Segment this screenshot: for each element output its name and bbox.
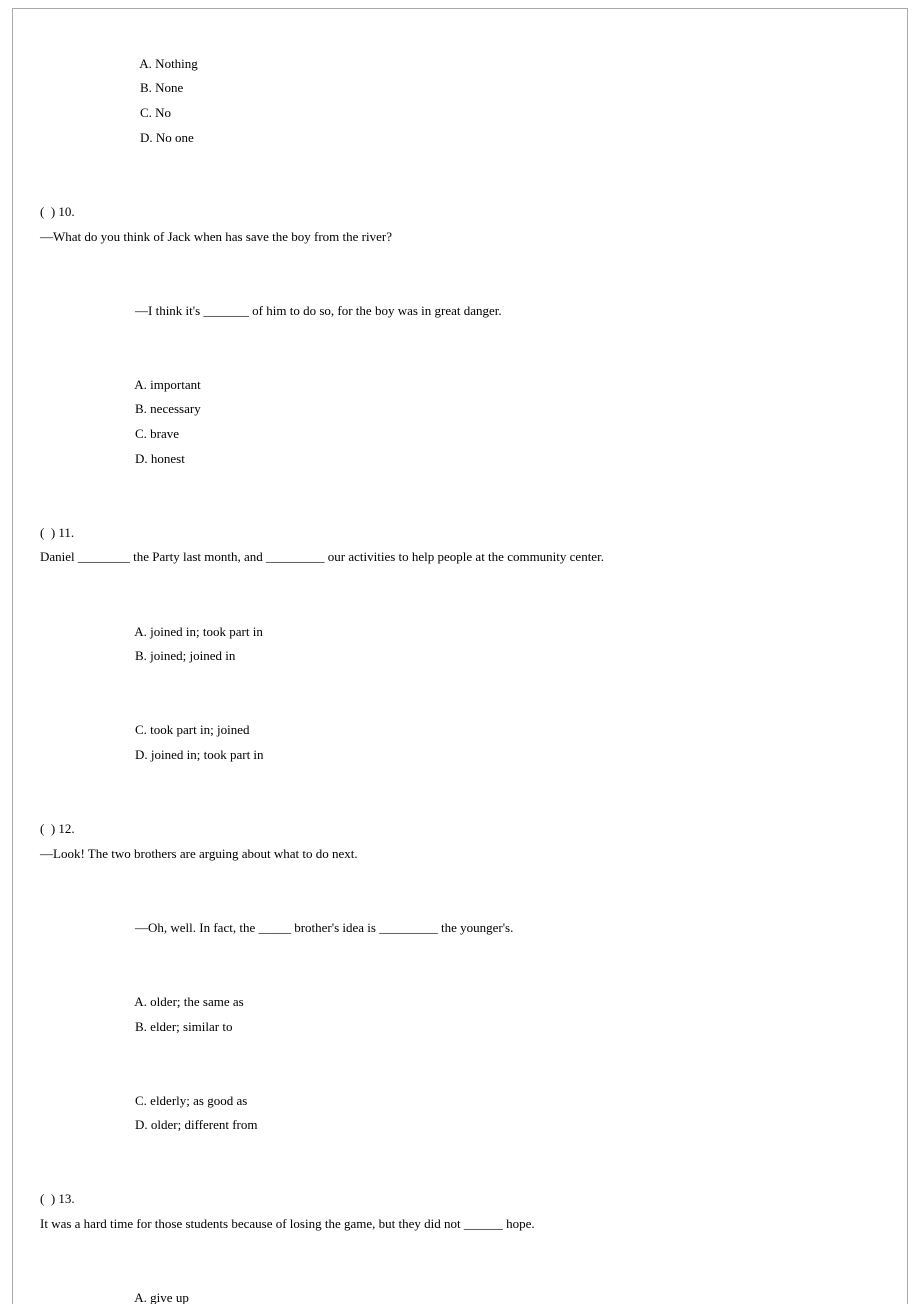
option-d: D. older; different from: [135, 1117, 258, 1132]
question-12: ( ) 12. —Look! The two brothers are argu…: [27, 792, 893, 891]
option-b: B. necessary: [135, 401, 201, 416]
question-text: It was a hard time for those students be…: [40, 1216, 535, 1231]
option-d: D. joined in; took part in: [135, 747, 264, 762]
question-text: —What do you think of Jack when has save…: [40, 229, 392, 244]
options-row: A. older; the same as B. elder; similar …: [27, 965, 893, 1064]
option-a: A. give up: [134, 1290, 189, 1304]
option-c: C. No: [140, 105, 171, 120]
option-b: B. None: [140, 80, 183, 95]
option-a: A. joined in; took part in: [134, 624, 263, 639]
option-d: D. honest: [135, 451, 185, 466]
question-line: —Oh, well. In fact, the _____ brother's …: [27, 891, 893, 965]
options-row: A. give up B. give off C. give in D. giv…: [27, 1261, 893, 1304]
option-c: C. brave: [135, 426, 179, 441]
question-text: —Oh, well. In fact, the _____ brother's …: [135, 920, 513, 935]
options-row: A. important B. necessary C. brave D. ho…: [27, 348, 893, 496]
question-prefix: ( ) 12.: [40, 821, 75, 836]
options-row: A. joined in; took part in B. joined; jo…: [27, 595, 893, 694]
option-b: B. elder; similar to: [135, 1019, 232, 1034]
option-c: C. took part in; joined: [135, 722, 249, 737]
option-a: A. older; the same as: [134, 994, 243, 1009]
question-line: —I think it's _______ of him to do so, f…: [27, 274, 893, 348]
option-a: A. important: [134, 377, 200, 392]
option-d: D. No one: [140, 130, 194, 145]
question-11: ( ) 11. Daniel ________ the Party last m…: [27, 496, 893, 595]
option-c: C. elderly; as good as: [135, 1093, 247, 1108]
question-text: —Look! The two brothers are arguing abou…: [40, 846, 358, 861]
document-page: A. Nothing B. None C. No D. No one ( ) 1…: [12, 8, 908, 1304]
question-prefix: ( ) 11.: [40, 525, 74, 540]
question-10: ( ) 10. —What do you think of Jack when …: [27, 175, 893, 274]
options-row: A. Nothing B. None C. No D. No one: [27, 27, 893, 175]
question-text: Daniel ________ the Party last month, an…: [40, 549, 604, 564]
question-13: ( ) 13. It was a hard time for those stu…: [27, 1163, 893, 1262]
question-text: —I think it's _______ of him to do so, f…: [135, 303, 502, 318]
options-row: C. elderly; as good as D. older; differe…: [27, 1064, 893, 1163]
option-a: A. Nothing: [139, 56, 198, 71]
options-row: C. took part in; joined D. joined in; to…: [27, 694, 893, 793]
option-b: B. joined; joined in: [135, 648, 235, 663]
question-prefix: ( ) 13.: [40, 1191, 75, 1206]
question-prefix: ( ) 10.: [40, 204, 75, 219]
